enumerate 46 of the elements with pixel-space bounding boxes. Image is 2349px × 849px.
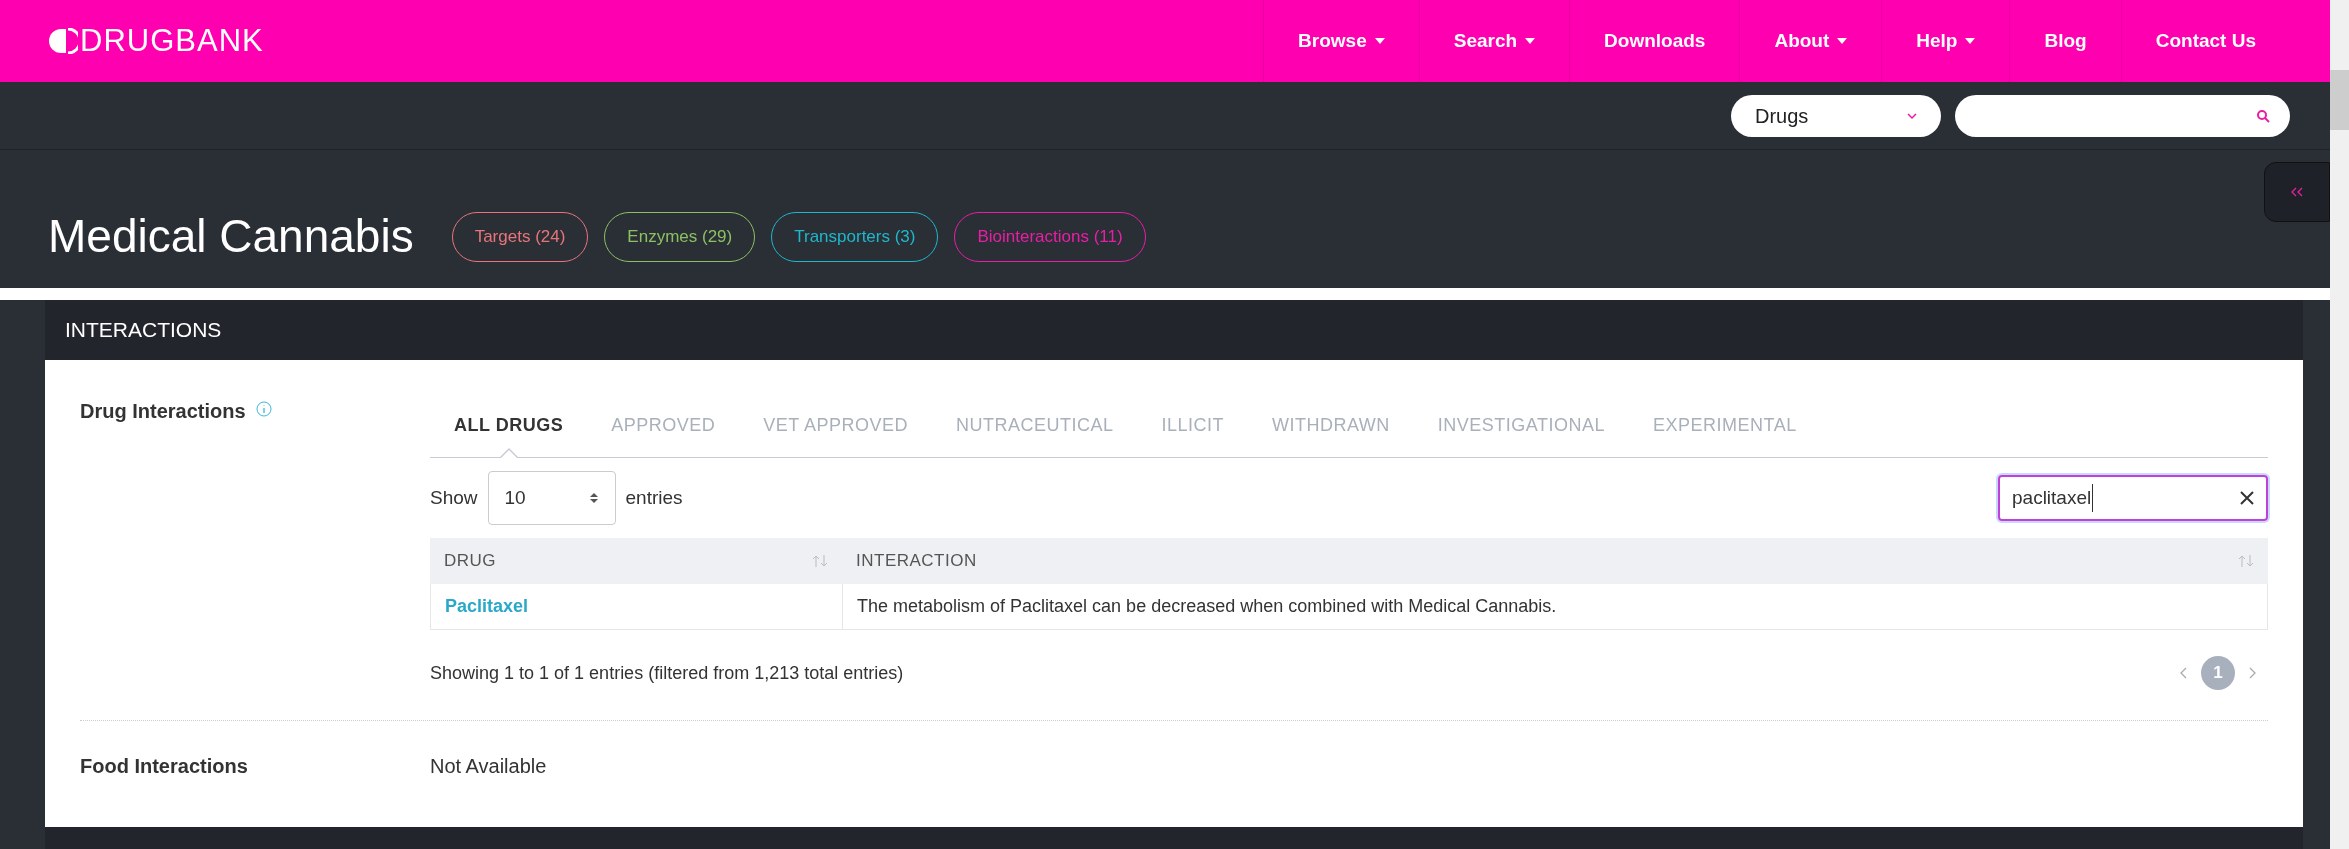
sort-icon[interactable] xyxy=(812,554,828,568)
table-cell-text: The metabolism of Paclitaxel can be decreased when combined with Medical Cannabis. xyxy=(857,595,1557,618)
brand-logo[interactable]: DRUGBANK xyxy=(80,17,264,65)
scrollbar-thumb[interactable] xyxy=(2330,70,2349,130)
search-field[interactable] xyxy=(1955,94,2290,137)
caret-icon xyxy=(1374,38,1385,44)
badge-link[interactable]: Biointeractions (11) xyxy=(954,211,1146,262)
table-info: Showing 1 to 1 of 1 entries (filtered from 1,213 total entries) xyxy=(430,661,904,685)
page-size-select[interactable]: 10 xyxy=(487,471,616,525)
chevron-down-icon xyxy=(1907,111,1917,120)
pill-logo-icon xyxy=(48,28,78,54)
collapse-button[interactable] xyxy=(2264,162,2330,222)
search-icon xyxy=(2256,108,2270,123)
filter-tab[interactable]: VET APPROVED xyxy=(739,412,932,457)
caret-icon xyxy=(1837,38,1848,44)
section-title: INTERACTIONS xyxy=(65,317,222,344)
filter-tab[interactable]: WITHDRAWN xyxy=(1247,412,1414,457)
drug-link[interactable]: Paclitaxel xyxy=(445,593,529,620)
filter-tab[interactable]: APPROVED xyxy=(587,412,740,457)
caret-icon xyxy=(1525,38,1536,44)
double-chevron-left-icon xyxy=(2290,187,2304,197)
badge-link[interactable]: Transporters (3) xyxy=(771,211,939,262)
info-icon[interactable] xyxy=(255,401,272,417)
field-label: Food Interactions xyxy=(80,754,249,779)
previous-page-icon[interactable] xyxy=(2180,667,2187,679)
sort-icon[interactable] xyxy=(2238,554,2254,568)
category-select[interactable]: Drugs xyxy=(1731,94,1941,137)
column-header[interactable]: INTERACTION xyxy=(856,548,977,574)
filter-field[interactable]: paclitaxel xyxy=(1998,475,2268,521)
clear-icon[interactable] xyxy=(2240,491,2254,505)
show-label: Show xyxy=(430,485,478,510)
filter-tab[interactable]: NUTRACEUTICAL xyxy=(931,412,1138,457)
badge-link[interactable]: Enzymes (29) xyxy=(604,211,756,262)
filter-tab[interactable]: EXPERIMENTAL xyxy=(1629,412,1821,457)
page-title: Medical Cannabis xyxy=(48,209,414,264)
filter-tab[interactable]: ALL DRUGS xyxy=(430,412,588,457)
filter-tab[interactable]: ILLICIT xyxy=(1137,412,1248,457)
entries-label: entries xyxy=(625,485,683,510)
filter-tab[interactable]: INVESTIGATIONAL xyxy=(1413,412,1629,457)
caret-icon xyxy=(1965,38,1976,44)
column-header[interactable]: DRUG xyxy=(444,548,497,574)
field-value: Not Available xyxy=(430,754,547,779)
field-label: Drug Interactions xyxy=(80,399,246,424)
page-button[interactable]: 1 xyxy=(2201,656,2235,690)
next-page-icon[interactable] xyxy=(2249,667,2256,679)
sort-updown-icon xyxy=(588,491,599,505)
